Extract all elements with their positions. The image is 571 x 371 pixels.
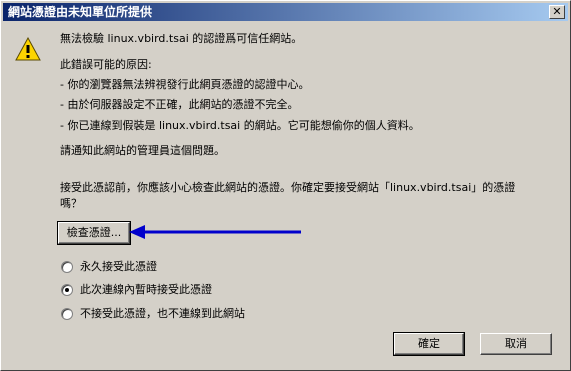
radio-selected-dot <box>65 288 69 292</box>
certificate-dialog: 網站憑證由未知單位所提供 ✕ 無法檢驗 linux.vbird.tsai 的認證… <box>0 0 571 371</box>
reason-item: - 你的瀏覽器無法辨視發行此網頁憑證的認證中心。 <box>60 78 310 91</box>
close-button[interactable]: ✕ <box>549 5 565 19</box>
reason-item: - 你已連線到假裝是 linux.vbird.tsai 的網站。它可能想偷你的個… <box>60 119 420 132</box>
option-label: 不接受此憑證，也不連線到此網站 <box>80 307 245 320</box>
reason-item: - 由於伺服器設定不正確，此網站的憑證不完全。 <box>60 98 299 111</box>
radio-button[interactable] <box>61 284 73 296</box>
message-summary: 無法檢驗 linux.vbird.tsai 的認證爲可信任網站。 <box>60 32 303 45</box>
view-certificate-button[interactable]: 檢查憑證... <box>57 221 131 245</box>
radio-button[interactable] <box>61 308 73 320</box>
question-text-continued: 嗎？ <box>60 197 82 210</box>
notify-admin-text: 請通知此網站的管理員這個問題。 <box>60 144 225 157</box>
option-label: 此次連線內暫時接受此憑證 <box>80 283 212 296</box>
question-text: 接受此憑認前，你應該小心檢查此網站的憑證。你確定要接受網站「linux.vbir… <box>60 181 516 194</box>
title-bar[interactable]: 網站憑證由未知單位所提供 ✕ <box>3 3 568 21</box>
reasons-title: 此錯誤可能的原因: <box>60 58 152 71</box>
arrow-left-icon <box>129 225 301 239</box>
cancel-button[interactable]: 取消 <box>480 333 552 355</box>
warning-icon <box>15 37 41 61</box>
radio-button[interactable] <box>61 261 73 273</box>
ok-button[interactable]: 確定 <box>393 332 465 356</box>
option-label: 永久接受此憑證 <box>80 260 157 273</box>
window-title: 網站憑證由未知單位所提供 <box>8 5 153 19</box>
